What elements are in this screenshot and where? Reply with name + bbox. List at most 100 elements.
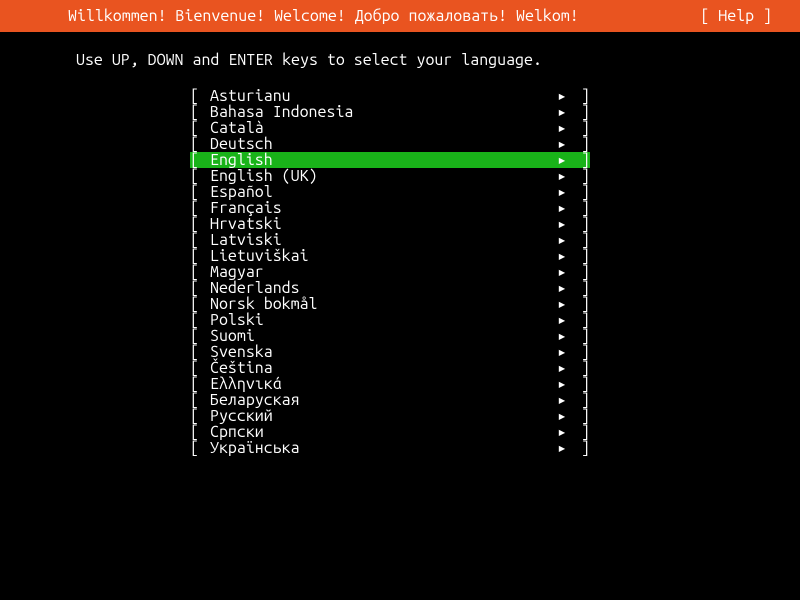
language-label: Norsk bokmål <box>210 296 554 312</box>
language-label: English <box>210 152 554 168</box>
bracket-right: ] <box>570 296 590 312</box>
bracket-right: ] <box>570 248 590 264</box>
submenu-arrow-icon: ▸ <box>554 104 570 120</box>
bracket-right: ] <box>570 392 590 408</box>
bracket-right: ] <box>570 312 590 328</box>
language-option[interactable]: [ Magyar▸ ] <box>0 264 800 280</box>
language-label: Deutsch <box>210 136 554 152</box>
language-option[interactable]: [ Norsk bokmål▸ ] <box>0 296 800 312</box>
language-option[interactable]: [ English▸ ] <box>0 152 800 168</box>
bracket-right: ] <box>570 88 590 104</box>
header-bar: Willkommen! Bienvenue! Welcome! Добро по… <box>0 0 800 32</box>
bracket-right: ] <box>570 216 590 232</box>
help-button[interactable]: [ Help ] <box>700 8 784 24</box>
language-option[interactable]: [ Nederlands▸ ] <box>0 280 800 296</box>
language-label: Русский <box>210 408 554 424</box>
submenu-arrow-icon: ▸ <box>554 328 570 344</box>
bracket-left: [ <box>190 328 210 344</box>
bracket-left: [ <box>190 184 210 200</box>
language-option[interactable]: [ Čeština▸ ] <box>0 360 800 376</box>
language-label: Svenska <box>210 344 554 360</box>
bracket-left: [ <box>190 88 210 104</box>
bracket-left: [ <box>190 232 210 248</box>
bracket-right: ] <box>570 184 590 200</box>
language-option[interactable]: [ Latviski▸ ] <box>0 232 800 248</box>
bracket-right: ] <box>570 264 590 280</box>
language-label: Asturianu <box>210 88 554 104</box>
submenu-arrow-icon: ▸ <box>554 280 570 296</box>
submenu-arrow-icon: ▸ <box>554 312 570 328</box>
language-label: Беларуская <box>210 392 554 408</box>
bracket-right: ] <box>570 344 590 360</box>
bracket-right: ] <box>570 376 590 392</box>
bracket-right: ] <box>570 104 590 120</box>
submenu-arrow-icon: ▸ <box>554 264 570 280</box>
language-option[interactable]: [ Deutsch▸ ] <box>0 136 800 152</box>
bracket-right: ] <box>570 360 590 376</box>
bracket-right: ] <box>570 136 590 152</box>
language-label: Latviski <box>210 232 554 248</box>
language-label: Bahasa Indonesia <box>210 104 554 120</box>
language-label: Српски <box>210 424 554 440</box>
language-label: Suomi <box>210 328 554 344</box>
language-option[interactable]: [ Ελληνικά▸ ] <box>0 376 800 392</box>
bracket-right: ] <box>570 328 590 344</box>
bracket-left: [ <box>190 392 210 408</box>
language-option[interactable]: [ Српски▸ ] <box>0 424 800 440</box>
language-label: Español <box>210 184 554 200</box>
submenu-arrow-icon: ▸ <box>554 88 570 104</box>
submenu-arrow-icon: ▸ <box>554 120 570 136</box>
bracket-left: [ <box>190 344 210 360</box>
bracket-left: [ <box>190 424 210 440</box>
language-option[interactable]: [ Беларуская▸ ] <box>0 392 800 408</box>
language-option[interactable]: [ Français▸ ] <box>0 200 800 216</box>
language-option[interactable]: [ Suomi▸ ] <box>0 328 800 344</box>
bracket-right: ] <box>570 232 590 248</box>
language-label: Polski <box>210 312 554 328</box>
submenu-arrow-icon: ▸ <box>554 248 570 264</box>
submenu-arrow-icon: ▸ <box>554 376 570 392</box>
language-option[interactable]: [ Asturianu▸ ] <box>0 88 800 104</box>
submenu-arrow-icon: ▸ <box>554 232 570 248</box>
language-option[interactable]: [ Svenska▸ ] <box>0 344 800 360</box>
bracket-left: [ <box>190 376 210 392</box>
bracket-right: ] <box>570 152 590 168</box>
bracket-left: [ <box>190 296 210 312</box>
language-option[interactable]: [ Lietuviškai▸ ] <box>0 248 800 264</box>
bracket-left: [ <box>190 120 210 136</box>
language-menu[interactable]: [ Asturianu▸ ][ Bahasa Indonesia▸ ][ Cat… <box>0 88 800 456</box>
language-label: Nederlands <box>210 280 554 296</box>
bracket-right: ] <box>570 120 590 136</box>
header-title: Willkommen! Bienvenue! Welcome! Добро по… <box>16 8 579 24</box>
bracket-left: [ <box>190 248 210 264</box>
submenu-arrow-icon: ▸ <box>554 344 570 360</box>
bracket-left: [ <box>190 200 210 216</box>
submenu-arrow-icon: ▸ <box>554 152 570 168</box>
submenu-arrow-icon: ▸ <box>554 296 570 312</box>
bracket-right: ] <box>570 280 590 296</box>
bracket-left: [ <box>190 280 210 296</box>
submenu-arrow-icon: ▸ <box>554 408 570 424</box>
bracket-left: [ <box>190 440 210 456</box>
language-option[interactable]: [ Español▸ ] <box>0 184 800 200</box>
language-option[interactable]: [ Català▸ ] <box>0 120 800 136</box>
language-label: Ελληνικά <box>210 376 554 392</box>
language-option[interactable]: [ Русский▸ ] <box>0 408 800 424</box>
submenu-arrow-icon: ▸ <box>554 392 570 408</box>
language-label: English (UK) <box>210 168 554 184</box>
submenu-arrow-icon: ▸ <box>554 440 570 456</box>
bracket-left: [ <box>190 312 210 328</box>
submenu-arrow-icon: ▸ <box>554 168 570 184</box>
language-label: Українська <box>210 440 554 456</box>
language-option[interactable]: [ English (UK)▸ ] <box>0 168 800 184</box>
language-option[interactable]: [ Українська▸ ] <box>0 440 800 456</box>
language-option[interactable]: [ Bahasa Indonesia▸ ] <box>0 104 800 120</box>
language-option[interactable]: [ Hrvatski▸ ] <box>0 216 800 232</box>
language-label: Hrvatski <box>210 216 554 232</box>
language-option[interactable]: [ Polski▸ ] <box>0 312 800 328</box>
language-label: Français <box>210 200 554 216</box>
language-label: Català <box>210 120 554 136</box>
submenu-arrow-icon: ▸ <box>554 184 570 200</box>
submenu-arrow-icon: ▸ <box>554 216 570 232</box>
bracket-left: [ <box>190 168 210 184</box>
